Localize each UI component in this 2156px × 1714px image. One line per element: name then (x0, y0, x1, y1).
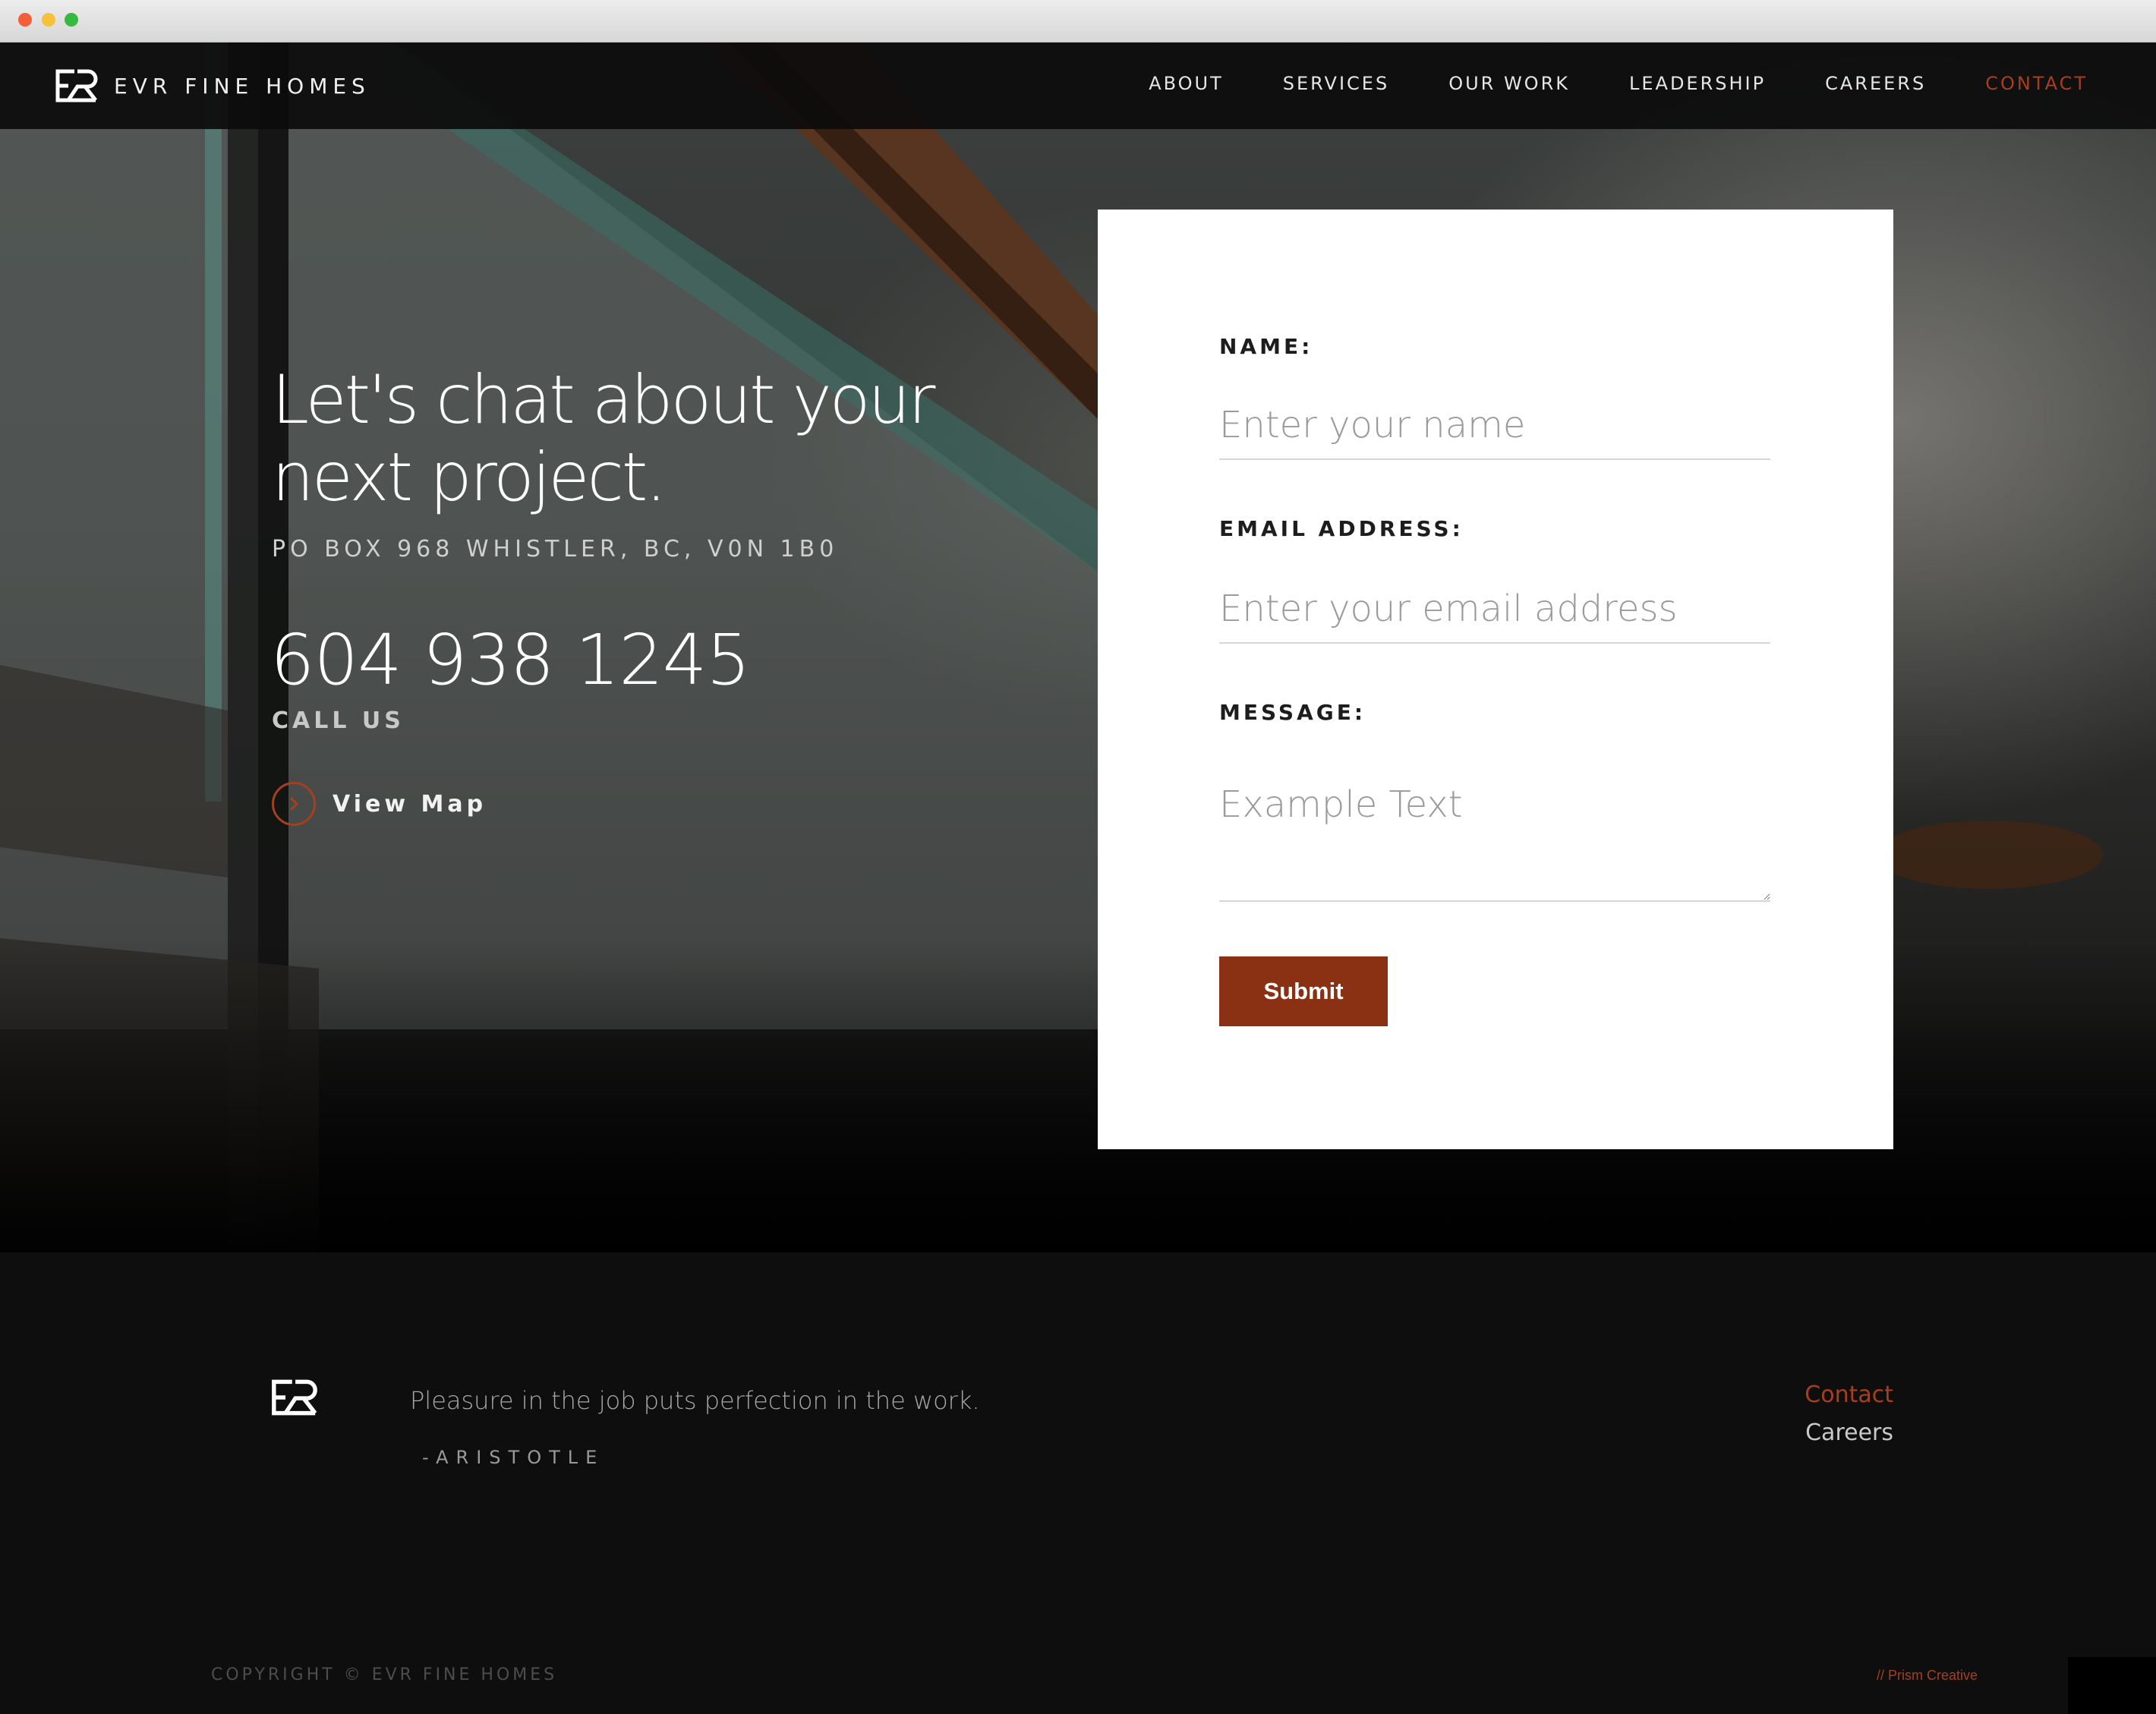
contact-form: NAME: EMAIL ADDRESS: MESSAGE: Submit (1098, 210, 1893, 1149)
footer-quote-author: -ARISTOTLE (422, 1447, 605, 1468)
hero-headline-line-2: next project. (272, 438, 667, 516)
main-nav: ABOUT SERVICES OUR WORK LEADERSHIP CAREE… (1089, 73, 2088, 94)
view-map-label: View Map (333, 790, 487, 818)
hero-section: Let's chat about your next project. PO B… (0, 43, 2156, 1252)
corner-block (2068, 1657, 2156, 1714)
brand-home-link[interactable]: EVR FINE HOMES (55, 68, 370, 103)
browser-title-bar (0, 0, 2156, 43)
nav-item-contact[interactable]: CONTACT (1985, 73, 2088, 94)
evr-monogram-icon (55, 69, 98, 102)
name-input[interactable] (1219, 392, 1770, 460)
nav-item-careers[interactable]: CAREERS (1825, 73, 1926, 94)
footer-link-contact[interactable]: Contact (1805, 1382, 1893, 1408)
phone-number[interactable]: 604 938 1245 (270, 619, 751, 701)
message-field-label: MESSAGE: (1219, 700, 1366, 725)
footer-quote: Pleasure in the job puts perfection in t… (410, 1386, 980, 1415)
email-field-label: EMAIL ADDRESS: (1219, 516, 1464, 541)
email-input[interactable] (1219, 575, 1770, 644)
brand-name: EVR FINE HOMES (114, 73, 370, 99)
window-close-button[interactable] (18, 13, 32, 27)
window-maximize-button[interactable] (65, 13, 78, 27)
call-us-label: CALL US (272, 707, 405, 734)
window-minimize-button[interactable] (42, 13, 55, 27)
nav-item-our-work[interactable]: OUR WORK (1448, 73, 1570, 94)
footer-link-careers[interactable]: Careers (1805, 1419, 1893, 1446)
top-navbar: EVR FINE HOMES ABOUT SERVICES OUR WORK L… (0, 43, 2156, 129)
copyright-text: COPYRIGHT © EVR FINE HOMES (211, 1665, 558, 1684)
view-map-link[interactable]: View Map (272, 782, 487, 826)
postal-address: PO BOX 968 WHISTLER, BC, V0N 1B0 (272, 536, 839, 562)
chevron-right-circle-icon (272, 782, 316, 826)
message-textarea[interactable] (1219, 771, 1770, 902)
name-field-label: NAME: (1219, 334, 1313, 359)
submit-button[interactable]: Submit (1219, 956, 1388, 1026)
nav-item-leadership[interactable]: LEADERSHIP (1629, 73, 1766, 94)
agency-credit-link[interactable]: // Prism Creative (1877, 1668, 1978, 1684)
nav-item-about[interactable]: ABOUT (1149, 73, 1224, 94)
hero-headline-line-1: Let's chat about your (272, 361, 935, 439)
evr-monogram-icon (272, 1379, 317, 1416)
nav-item-services[interactable]: SERVICES (1283, 73, 1389, 94)
hero-headline: Let's chat about your next project. (272, 361, 955, 516)
site-footer: Pleasure in the job puts perfection in t… (0, 1252, 2156, 1714)
